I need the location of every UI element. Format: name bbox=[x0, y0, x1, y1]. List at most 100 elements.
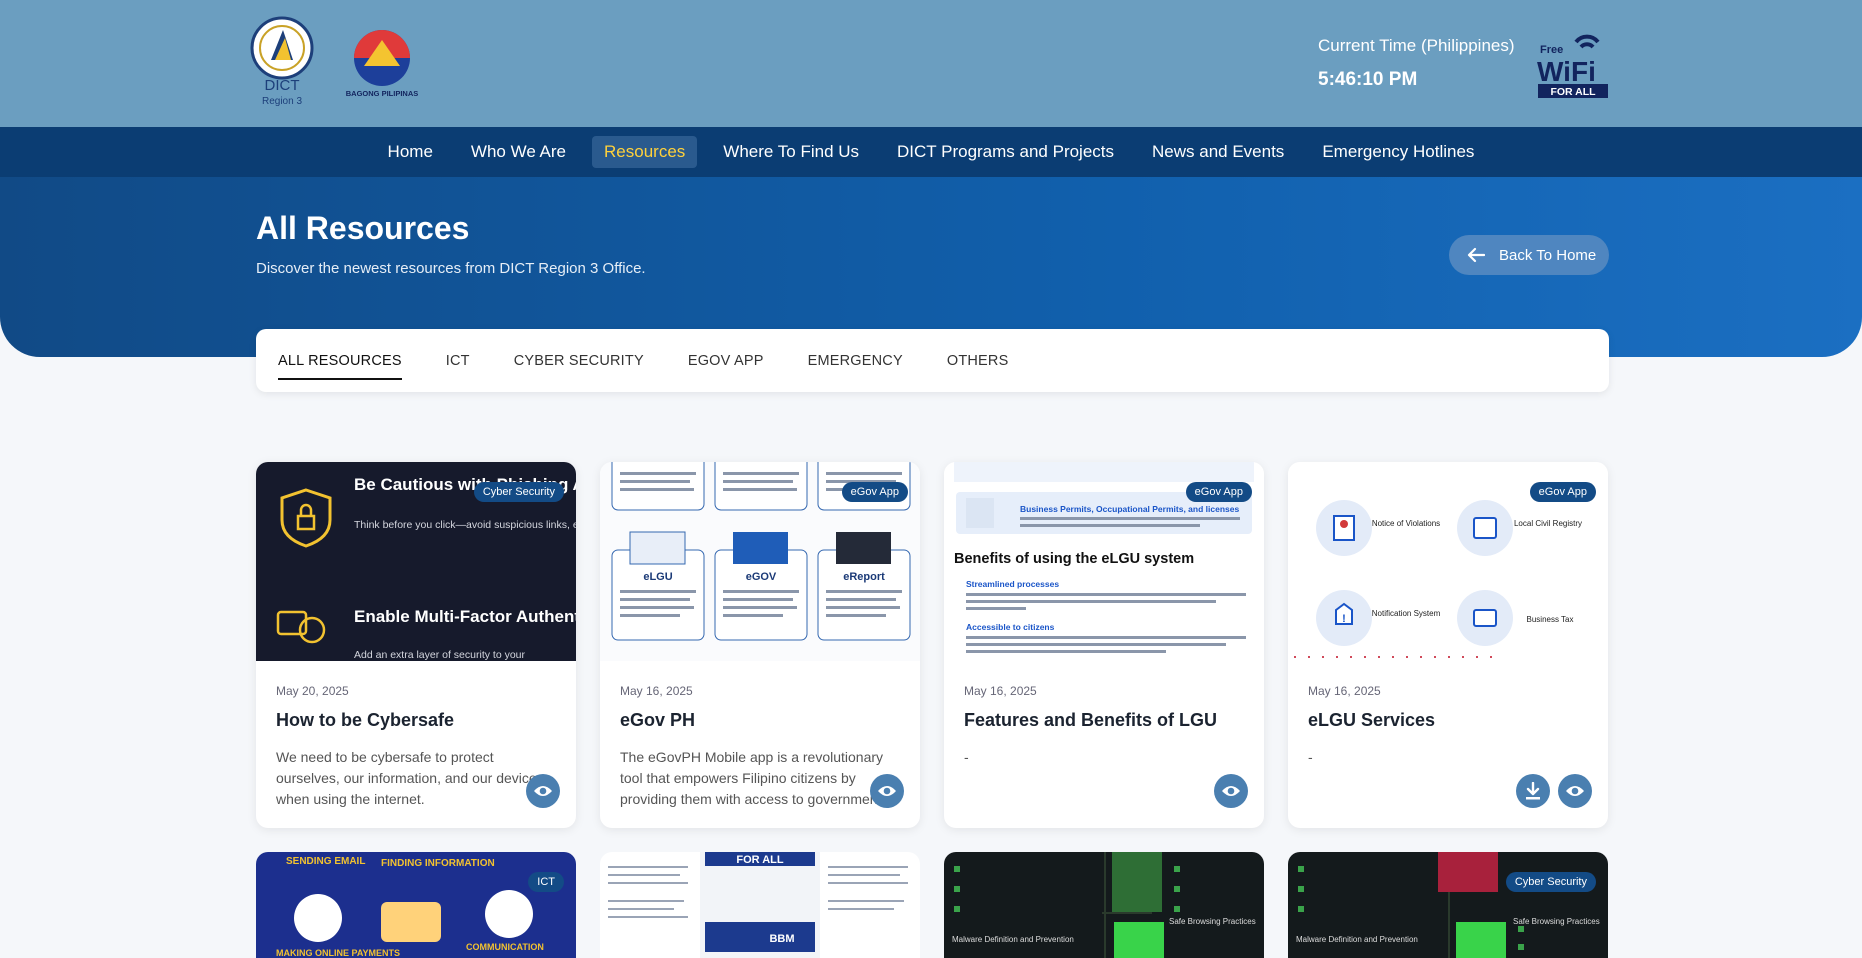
img-bullet-1: Streamlined processes bbox=[966, 579, 1059, 589]
svg-text:Malware Definition and Prevent: Malware Definition and Prevention bbox=[952, 935, 1074, 944]
img-label: Safe Browsing Practices bbox=[1513, 917, 1600, 926]
card-description: We need to be cybersafe to protect ourse… bbox=[276, 749, 544, 807]
card-title[interactable]: How to be Cybersafe bbox=[276, 710, 454, 731]
category-badge: eGov App bbox=[841, 482, 908, 502]
img-label-elgu: eLGU bbox=[643, 571, 672, 583]
eye-icon bbox=[1566, 786, 1584, 796]
svg-text:Business Tax: Business Tax bbox=[1527, 615, 1574, 624]
nav-who-we-are[interactable]: Who We Are bbox=[459, 136, 578, 168]
tab-cyber-security[interactable]: CYBER SECURITY bbox=[514, 347, 644, 375]
wifi-main-text: WiFi bbox=[1537, 56, 1596, 87]
nav-programs-projects[interactable]: DICT Programs and Projects bbox=[885, 136, 1126, 168]
nav-where-to-find-us[interactable]: Where To Find Us bbox=[711, 136, 871, 168]
svg-text:Safe Browsing Practices: Safe Browsing Practices bbox=[1169, 917, 1256, 926]
svg-text:Malware Definition and Prevent: Malware Definition and Prevention bbox=[1296, 935, 1418, 944]
wifi-sub-text: FOR ALL bbox=[1550, 86, 1596, 98]
resource-card[interactable]: Business Permits, Occupational Permits, … bbox=[944, 462, 1264, 828]
img-service-1: Notice of Violations bbox=[1372, 519, 1440, 528]
img-text-1: Think before you click—avoid suspicious … bbox=[354, 519, 576, 531]
svg-text:BBM: BBM bbox=[769, 933, 794, 945]
img-heading-2: Enable Multi-Factor Authentication bbox=[354, 607, 576, 626]
svg-text:SENDING EMAIL: SENDING EMAIL bbox=[286, 856, 365, 867]
card-date: May 16, 2025 bbox=[620, 684, 693, 698]
category-badge: Cyber Security bbox=[1505, 872, 1596, 892]
resource-card[interactable]: SENDING EMAIL FINDING INFORMATION MAKING… bbox=[256, 852, 576, 958]
svg-text:FOR ALL: FOR ALL bbox=[736, 854, 784, 866]
card-title[interactable]: eGov PH bbox=[620, 710, 695, 731]
resource-card[interactable]: Malware Definition and Prevention Safe B… bbox=[1288, 852, 1608, 958]
download-button[interactable] bbox=[1516, 774, 1550, 808]
svg-text:Notification System: Notification System bbox=[1372, 609, 1441, 618]
category-badge: ICT bbox=[528, 872, 564, 892]
nav-home[interactable]: Home bbox=[376, 136, 445, 168]
bagong-pilipinas-logo[interactable]: BAGONG PILIPINAS bbox=[342, 26, 422, 102]
dict-logo-text: DICT bbox=[265, 77, 300, 94]
img-label: Safe Browsing Practices bbox=[1169, 917, 1256, 926]
svg-text:eGOV: eGOV bbox=[746, 571, 777, 583]
back-to-home-label: Back To Home bbox=[1499, 246, 1597, 264]
img-label: FINDING INFORMATION bbox=[381, 858, 495, 869]
back-to-home-button[interactable]: Back To Home bbox=[1449, 235, 1609, 275]
resource-card[interactable]: eLGU eGOV eReport eGov App May 16, 2025 … bbox=[600, 462, 920, 828]
eye-icon bbox=[1222, 786, 1240, 796]
card-description: The eGovPH Mobile app is a revolutionary… bbox=[620, 749, 884, 807]
tab-others[interactable]: OTHERS bbox=[947, 347, 1009, 375]
svg-text:Benefits of using the eLGU sys: Benefits of using the eLGU system bbox=[954, 551, 1194, 567]
resource-card[interactable]: Be Cautious with Phishing Attempts Think… bbox=[256, 462, 576, 828]
resource-card[interactable]: Malware Definition and Prevention Safe B… bbox=[944, 852, 1264, 958]
svg-text:Business Permits, Occupational: Business Permits, Occupational Permits, … bbox=[1020, 504, 1239, 514]
img-label: BBM bbox=[769, 933, 794, 945]
card-date: May 16, 2025 bbox=[1308, 684, 1381, 698]
card-thumbnail: FOR ALL BBM bbox=[600, 852, 920, 958]
view-button[interactable] bbox=[526, 774, 560, 808]
card-description: - bbox=[964, 749, 969, 765]
img-service-2: Local Civil Registry bbox=[1514, 519, 1582, 528]
card-date: May 16, 2025 bbox=[964, 684, 1037, 698]
tab-emergency[interactable]: EMERGENCY bbox=[808, 347, 903, 375]
nav-news-events[interactable]: News and Events bbox=[1140, 136, 1296, 168]
svg-text:Accessible to citizens: Accessible to citizens bbox=[966, 622, 1055, 632]
svg-text:Streamlined processes: Streamlined processes bbox=[966, 579, 1059, 589]
nav-emergency-hotlines[interactable]: Emergency Hotlines bbox=[1310, 136, 1486, 168]
svg-text:eReport: eReport bbox=[843, 571, 885, 583]
page-title: All Resources bbox=[256, 210, 470, 246]
card-title[interactable]: Features and Benefits of LGU bbox=[964, 710, 1217, 731]
resource-filter-tabs: ALL RESOURCES ICT CYBER SECURITY EGOV AP… bbox=[256, 329, 1609, 392]
img-heading: Benefits of using the eLGU system bbox=[954, 551, 1194, 567]
svg-text:Safe Browsing Practices: Safe Browsing Practices bbox=[1513, 917, 1600, 926]
card-thumbnail: SENDING EMAIL FINDING INFORMATION MAKING… bbox=[276, 856, 544, 958]
img-label: Malware Definition and Prevention bbox=[1296, 935, 1418, 944]
img-label: FOR ALL bbox=[736, 854, 784, 866]
free-wifi-logo: Free WiFi FOR ALL bbox=[1537, 34, 1608, 98]
tab-egov-app[interactable]: EGOV APP bbox=[688, 347, 764, 375]
tab-all-resources[interactable]: ALL RESOURCES bbox=[278, 347, 402, 380]
clock-label: Current Time (Philippines) bbox=[1318, 36, 1515, 55]
dict-logo[interactable]: DICT Region 3 bbox=[247, 16, 317, 110]
svg-text:FINDING INFORMATION: FINDING INFORMATION bbox=[381, 858, 495, 869]
category-badge: eGov App bbox=[1185, 482, 1252, 502]
svg-text:eLGU: eLGU bbox=[643, 571, 672, 583]
tab-ict[interactable]: ICT bbox=[446, 347, 470, 375]
resource-card[interactable]: FOR ALL BBM bbox=[600, 852, 920, 958]
svg-text:Notice of Violations: Notice of Violations bbox=[1372, 519, 1440, 528]
svg-text:Enable Multi-Factor Authentica: Enable Multi-Factor Authentication bbox=[354, 607, 576, 626]
download-icon bbox=[1526, 782, 1540, 800]
card-title[interactable]: eLGU Services bbox=[1308, 710, 1435, 731]
resource-card[interactable]: ! Notice of Violations Local Civil Regis… bbox=[1288, 462, 1608, 828]
bagong-pilipinas-text: BAGONG PILIPINAS bbox=[346, 89, 419, 98]
img-label-egov: eGOV bbox=[746, 571, 777, 583]
view-button[interactable] bbox=[1214, 774, 1248, 808]
nav-resources[interactable]: Resources bbox=[592, 136, 698, 168]
dict-logo-region: Region 3 bbox=[262, 96, 302, 107]
img-text-2: Add an extra layer of security to your bbox=[354, 649, 526, 661]
card-date: May 20, 2025 bbox=[276, 684, 349, 698]
svg-text:Think before you click—avoid s: Think before you click—avoid suspicious … bbox=[354, 519, 576, 531]
category-badge: Cyber Security bbox=[473, 482, 564, 502]
card-thumbnail: Malware Definition and Prevention Safe B… bbox=[1296, 852, 1600, 958]
svg-text:Add an extra layer of security: Add an extra layer of security to your bbox=[354, 649, 526, 661]
img-label: SENDING EMAIL bbox=[286, 856, 365, 867]
view-button[interactable] bbox=[1558, 774, 1592, 808]
main-nav: Home Who We Are Resources Where To Find … bbox=[0, 127, 1862, 177]
svg-text:MAKING ONLINE PAYMENTS: MAKING ONLINE PAYMENTS bbox=[276, 948, 400, 958]
view-button[interactable] bbox=[870, 774, 904, 808]
